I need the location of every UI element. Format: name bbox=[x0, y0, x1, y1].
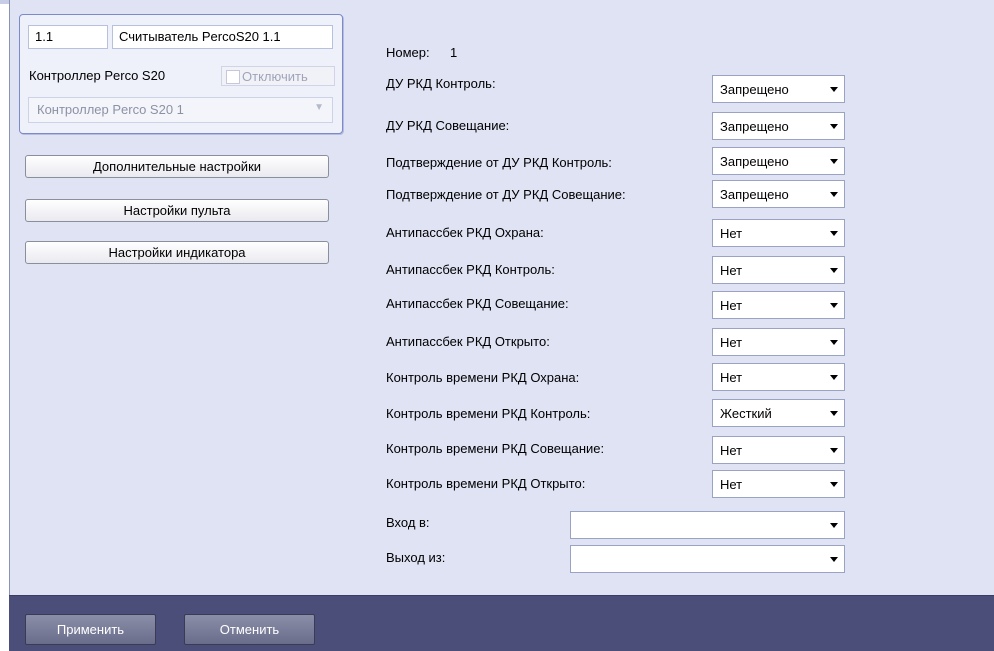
param-select-value: Нет bbox=[720, 298, 743, 313]
chevron-down-icon bbox=[830, 557, 838, 562]
chevron-down-icon bbox=[830, 448, 838, 453]
param-label: Контроль времени РКД Открыто: bbox=[386, 476, 586, 491]
indicator-settings-button[interactable]: Настройки индикатора bbox=[25, 241, 329, 264]
param-select[interactable]: Запрещено bbox=[712, 75, 845, 103]
chevron-down-icon bbox=[830, 124, 838, 129]
controller-select: Контроллер Perco S20 1 ▼ bbox=[28, 97, 333, 123]
disable-label: Отключить bbox=[242, 69, 308, 84]
checkbox-icon bbox=[226, 70, 240, 84]
chevron-down-icon bbox=[830, 231, 838, 236]
chevron-down-icon bbox=[830, 523, 838, 528]
number-value: 1 bbox=[450, 45, 458, 60]
param-label: Контроль времени РКД Контроль: bbox=[386, 406, 591, 421]
number-label: Номер: bbox=[386, 45, 430, 60]
param-label: Подтверждение от ДУ РКД Контроль: bbox=[386, 155, 612, 170]
param-select-value: Нет bbox=[720, 477, 743, 492]
chevron-down-icon bbox=[830, 268, 838, 273]
param-select-value: Запрещено bbox=[720, 119, 789, 134]
param-select[interactable]: Запрещено bbox=[712, 112, 845, 140]
reader-name-field[interactable]: Считыватель PercoS20 1.1 bbox=[112, 25, 333, 49]
param-label: ДУ РКД Совещание: bbox=[386, 118, 510, 133]
chevron-down-icon bbox=[830, 87, 838, 92]
chevron-down-icon: ▼ bbox=[314, 102, 324, 113]
disable-checkbox[interactable]: Отключить bbox=[221, 66, 335, 86]
exit-select[interactable] bbox=[570, 545, 845, 573]
param-select-value: Запрещено bbox=[720, 82, 789, 97]
param-select-value: Нет bbox=[720, 335, 743, 350]
param-label: Подтверждение от ДУ РКД Совещание: bbox=[386, 187, 626, 202]
param-label: Антипассбек РКД Совещание: bbox=[386, 296, 569, 311]
chevron-down-icon bbox=[830, 375, 838, 380]
param-label: ДУ РКД Контроль: bbox=[386, 76, 496, 91]
param-select[interactable]: Нет bbox=[712, 436, 845, 464]
reader-group: 1.1 Считыватель PercoS20 1.1 Контроллер … bbox=[19, 14, 343, 134]
param-select[interactable]: Нет bbox=[712, 328, 845, 356]
param-select[interactable]: Нет bbox=[712, 256, 845, 284]
exit-label: Выход из: bbox=[386, 550, 446, 565]
chevron-down-icon bbox=[830, 303, 838, 308]
param-label: Контроль времени РКД Совещание: bbox=[386, 441, 605, 456]
param-select[interactable]: Жесткий bbox=[712, 399, 845, 427]
entry-select[interactable] bbox=[570, 511, 845, 539]
apply-button[interactable]: Применить bbox=[25, 614, 156, 645]
chevron-down-icon bbox=[830, 482, 838, 487]
param-select[interactable]: Нет bbox=[712, 219, 845, 247]
param-select[interactable]: Запрещено bbox=[712, 147, 845, 175]
param-select-value: Нет bbox=[720, 263, 743, 278]
param-select[interactable]: Нет bbox=[712, 363, 845, 391]
chevron-down-icon bbox=[830, 192, 838, 197]
chevron-down-icon bbox=[830, 159, 838, 164]
param-label: Антипассбек РКД Контроль: bbox=[386, 262, 555, 277]
remote-settings-button[interactable]: Настройки пульта bbox=[25, 199, 329, 222]
param-select-value: Запрещено bbox=[720, 187, 789, 202]
controller-label: Контроллер Perco S20 bbox=[29, 68, 166, 83]
param-select-value: Нет bbox=[720, 226, 743, 241]
footer-bar: Применить Отменить bbox=[9, 595, 994, 651]
entry-label: Вход в: bbox=[386, 515, 430, 530]
param-select-value: Запрещено bbox=[720, 154, 789, 169]
controller-select-value: Контроллер Perco S20 1 bbox=[37, 102, 184, 117]
param-label: Антипассбек РКД Охрана: bbox=[386, 225, 544, 240]
chevron-down-icon bbox=[830, 411, 838, 416]
chevron-down-icon bbox=[830, 340, 838, 345]
extra-settings-button[interactable]: Дополнительные настройки bbox=[25, 155, 329, 178]
param-label: Контроль времени РКД Охрана: bbox=[386, 370, 580, 385]
param-label: Антипассбек РКД Открыто: bbox=[386, 334, 550, 349]
param-select-value: Жесткий bbox=[720, 406, 772, 421]
cancel-button[interactable]: Отменить bbox=[184, 614, 315, 645]
param-select-value: Нет bbox=[720, 370, 743, 385]
param-select[interactable]: Запрещено bbox=[712, 180, 845, 208]
param-select-value: Нет bbox=[720, 443, 743, 458]
reader-id-field[interactable]: 1.1 bbox=[28, 25, 108, 49]
param-select[interactable]: Нет bbox=[712, 291, 845, 319]
param-select[interactable]: Нет bbox=[712, 470, 845, 498]
